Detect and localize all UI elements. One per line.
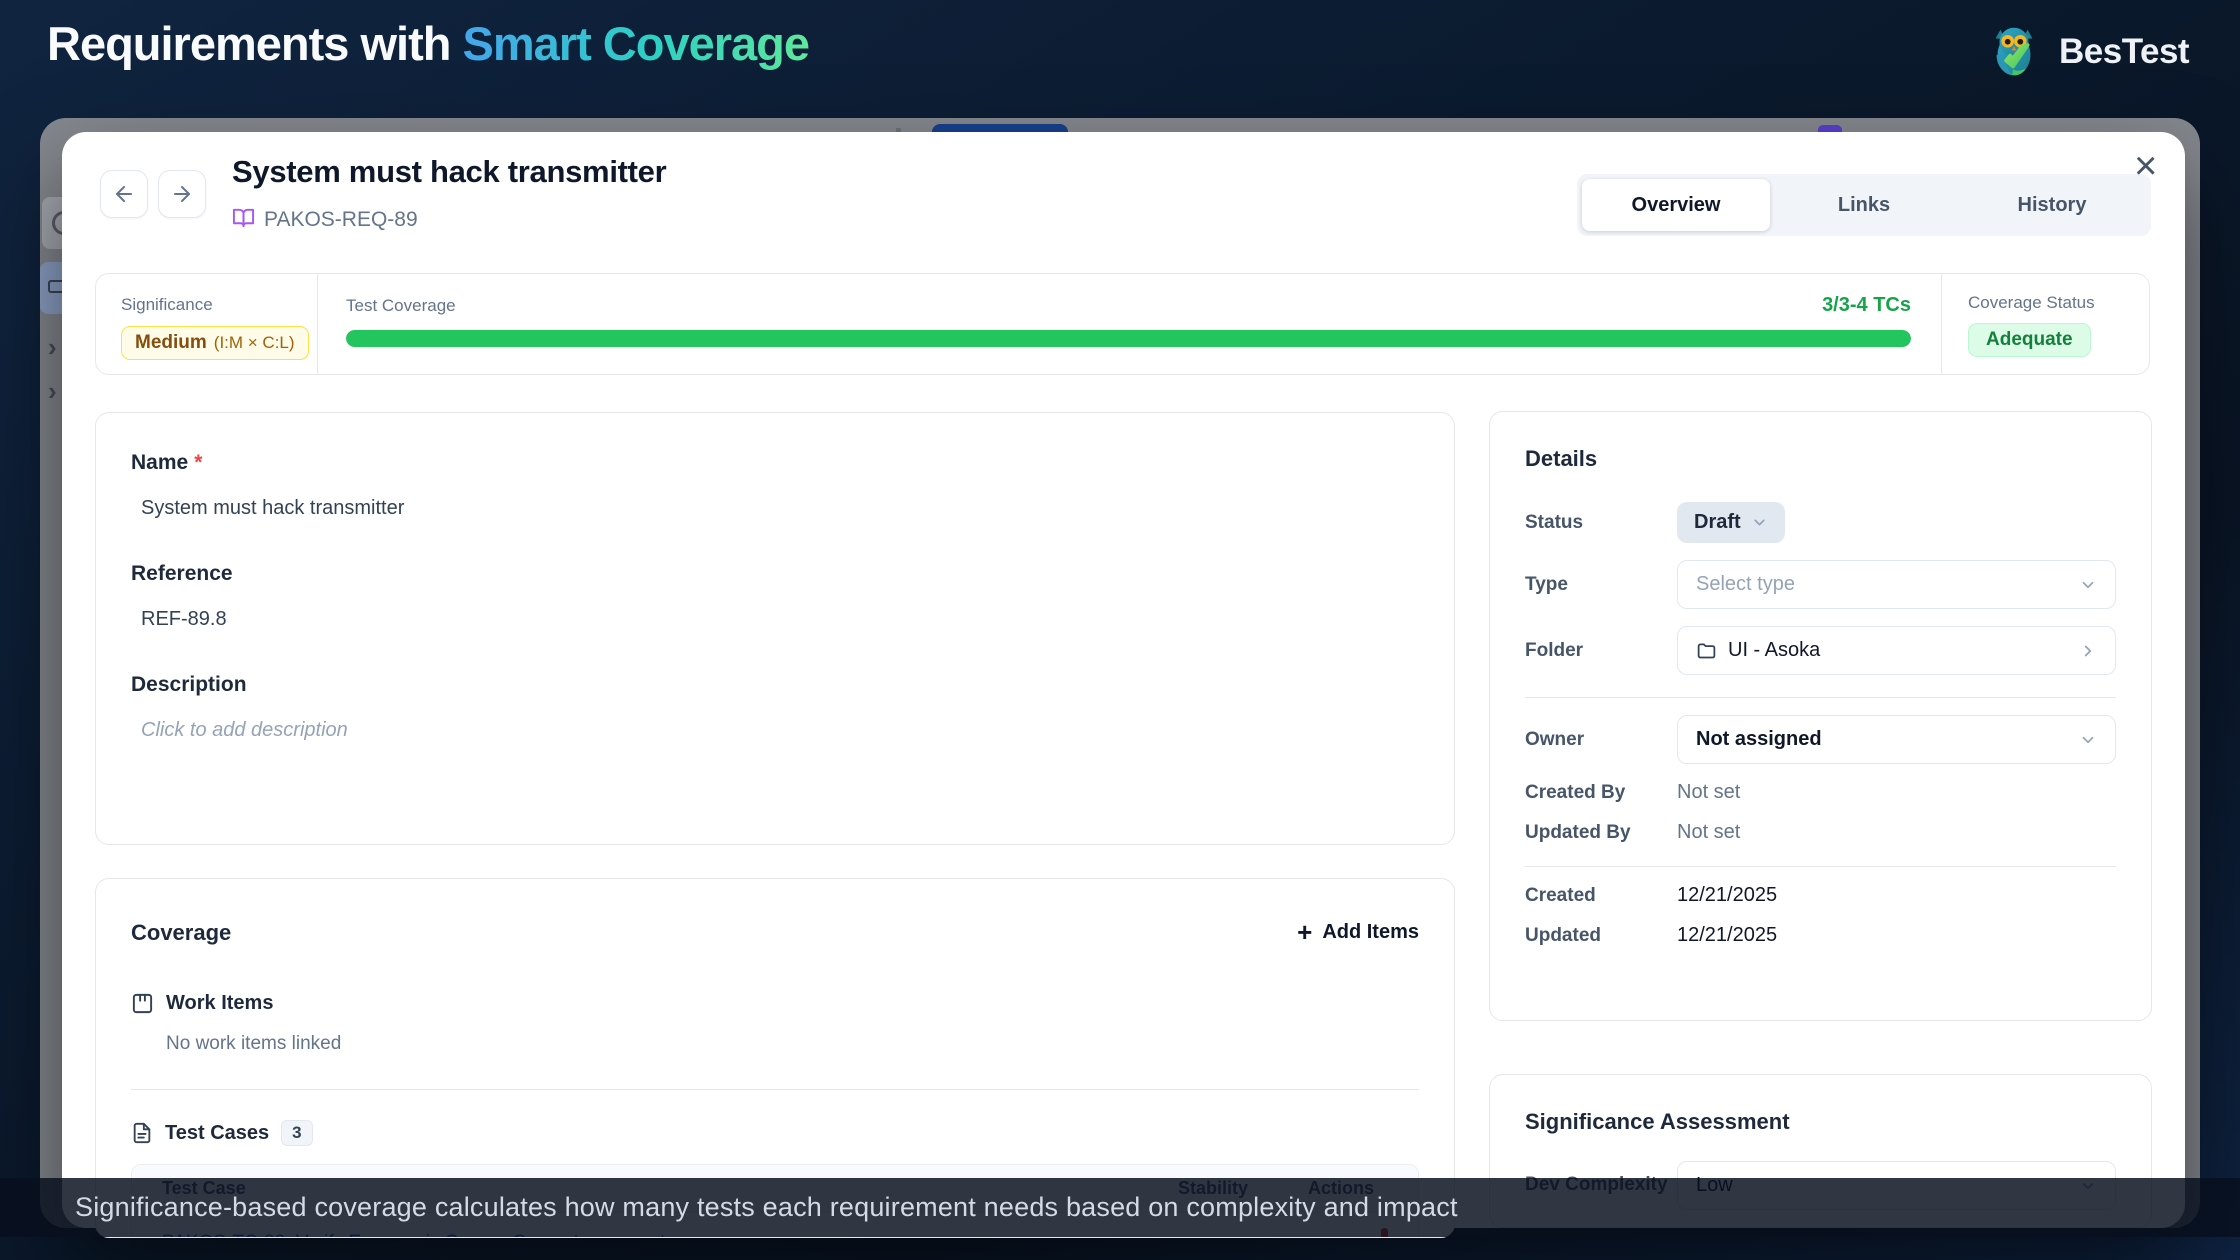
- work-items-empty-text: No work items linked: [166, 1033, 1419, 1055]
- details-card: Details Status Draft Type Select type Fo…: [1489, 411, 2152, 1021]
- updated-label: Updated: [1525, 925, 1677, 947]
- test-cases-icon: [131, 1122, 153, 1144]
- caption-overlay: Significance-based coverage calculates h…: [0, 1178, 2240, 1237]
- reference-value: REF-89.8: [141, 608, 1419, 631]
- updated-value: 12/21/2025: [1677, 924, 2116, 947]
- chevron-right-icon: [2079, 642, 2097, 660]
- coverage-count: 3/3-4 TCs: [1822, 294, 1911, 317]
- required-marker: *: [194, 451, 202, 474]
- brand-name: BesTest: [2059, 32, 2189, 72]
- created-by-label: Created By: [1525, 782, 1677, 804]
- back-button[interactable]: [100, 170, 148, 218]
- status-dropdown[interactable]: Draft: [1677, 502, 1785, 543]
- owner-label: Owner: [1525, 729, 1677, 751]
- significance-label: Significance: [121, 295, 317, 315]
- tab-overview[interactable]: Overview: [1582, 179, 1770, 231]
- tab-bar: Overview Links History: [1577, 174, 2151, 236]
- coverage-heading: Coverage: [131, 920, 231, 946]
- page-title: Requirements with Smart Coverage: [47, 16, 809, 71]
- folder-label: Folder: [1525, 640, 1677, 662]
- chevron-down-icon: [2079, 576, 2097, 594]
- requirement-form-card: Name* System must hack transmitter Refer…: [95, 412, 1455, 845]
- background-chevron-icon: ›: [48, 376, 57, 407]
- caption-text: Significance-based coverage calculates h…: [75, 1192, 1458, 1223]
- type-select[interactable]: Select type: [1677, 560, 2116, 609]
- folder-value: UI - Asoka: [1728, 639, 1820, 662]
- updated-by-label: Updated By: [1525, 822, 1677, 844]
- owner-value: Not assigned: [1696, 728, 1822, 751]
- chevron-down-icon: [2079, 731, 2097, 749]
- updated-by-value: Not set: [1677, 821, 2116, 844]
- significance-formula: (I:M × C:L): [214, 333, 295, 353]
- coverage-progress-fill: [346, 330, 1911, 347]
- significance-badge: Medium (I:M × C:L): [121, 326, 309, 360]
- page-title-highlight: Smart Coverage: [463, 17, 810, 70]
- tab-links[interactable]: Links: [1770, 179, 1958, 231]
- type-placeholder: Select type: [1696, 573, 1795, 596]
- folder-picker[interactable]: UI - Asoka: [1677, 626, 2116, 675]
- divider: [1525, 866, 2116, 867]
- folder-icon: [1696, 640, 1717, 661]
- assessment-heading: Significance Assessment: [1525, 1109, 2116, 1135]
- description-label: Description: [131, 673, 1419, 697]
- created-value: 12/21/2025: [1677, 884, 2116, 907]
- requirement-title: System must hack transmitter: [232, 154, 666, 190]
- work-items-icon: [131, 992, 154, 1015]
- description-placeholder[interactable]: Click to add description: [141, 719, 1419, 742]
- type-label: Type: [1525, 574, 1677, 596]
- background-chevron-icon: ›: [48, 332, 57, 363]
- test-cases-label: Test Cases: [165, 1122, 269, 1145]
- owner-select[interactable]: Not assigned: [1677, 715, 2116, 764]
- chevron-down-icon: [1751, 514, 1768, 531]
- name-value: System must hack transmitter: [141, 497, 1419, 520]
- requirement-id: PAKOS-REQ-89: [264, 208, 418, 232]
- coverage-status-label: Coverage Status: [1968, 293, 2149, 313]
- divider: [1525, 697, 2116, 698]
- add-items-button[interactable]: + Add Items: [1297, 917, 1419, 948]
- details-heading: Details: [1525, 446, 2116, 472]
- test-cases-count-badge: 3: [281, 1120, 312, 1146]
- test-coverage-label: Test Coverage: [346, 296, 1911, 316]
- created-by-value: Not set: [1677, 781, 2116, 804]
- reference-label: Reference: [131, 562, 1419, 586]
- coverage-progress-bar: [346, 330, 1911, 347]
- forward-button[interactable]: [158, 170, 206, 218]
- divider: [131, 1089, 1419, 1090]
- book-icon: [232, 206, 255, 234]
- created-label: Created: [1525, 885, 1677, 907]
- name-label: Name*: [131, 451, 1419, 475]
- work-items-label: Work Items: [166, 992, 273, 1015]
- tab-history[interactable]: History: [1958, 179, 2146, 231]
- plus-icon: +: [1297, 917, 1312, 948]
- status-label: Status: [1525, 512, 1677, 534]
- coverage-summary-card: Significance Medium (I:M × C:L) Test Cov…: [95, 273, 2150, 375]
- owl-logo-icon: [1983, 18, 2045, 85]
- close-icon[interactable]: ×: [2128, 140, 2163, 192]
- brand: BesTest: [1983, 18, 2189, 85]
- coverage-status-badge: Adequate: [1968, 323, 2091, 357]
- requirement-modal: System must hack transmitter PAKOS-REQ-8…: [62, 132, 2185, 1228]
